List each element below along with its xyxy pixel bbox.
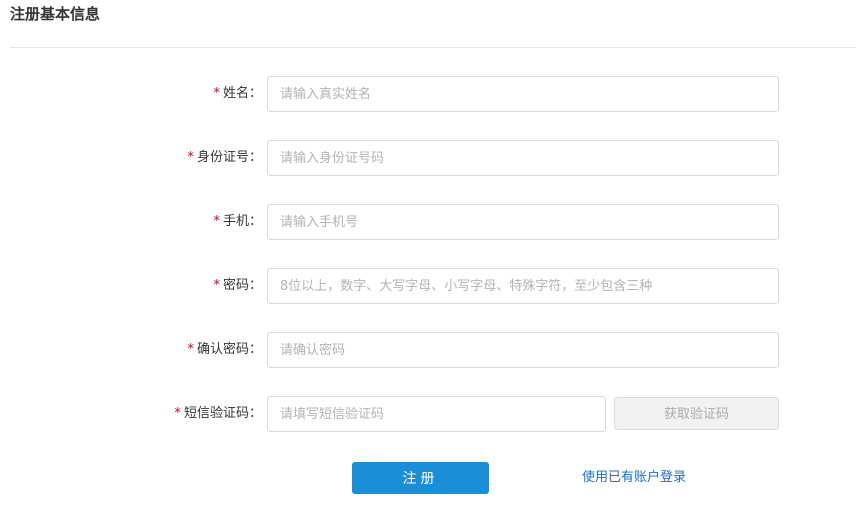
password-label-text: 密码： xyxy=(222,278,262,293)
form-row-sms-code: *短信验证码： 获取验证码 xyxy=(0,396,856,432)
login-existing-account-link[interactable]: 使用已有账户登录 xyxy=(582,462,686,494)
confirm-password-label-text: 确认密码： xyxy=(196,342,262,357)
name-label-text: 姓名： xyxy=(222,86,262,101)
required-mark: * xyxy=(213,214,220,229)
password-label: * 密码： xyxy=(213,268,262,304)
page-title: 注册基本信息 xyxy=(10,5,101,23)
phone-label-text: 手机： xyxy=(222,214,262,229)
required-mark: * xyxy=(187,150,194,165)
id-number-label-text: 身份证号： xyxy=(196,150,262,165)
sms-code-label: * 短信验证码： xyxy=(174,396,262,432)
id-number-label: * 身份证号： xyxy=(187,140,262,176)
sms-code-input[interactable] xyxy=(267,396,606,432)
phone-label: * 手机： xyxy=(213,204,262,240)
phone-input[interactable] xyxy=(267,204,779,240)
required-mark: * xyxy=(213,278,220,293)
required-mark: * xyxy=(174,406,181,421)
confirm-password-input[interactable] xyxy=(267,332,779,368)
form-row-name: * 姓名： xyxy=(0,76,856,112)
registration-page: 注册基本信息 *姓名： *身份证号： *手机： *密码： *确认密码： xyxy=(0,0,856,523)
required-mark: * xyxy=(187,342,194,357)
confirm-password-label: * 确认密码： xyxy=(187,332,262,368)
name-input[interactable] xyxy=(267,76,779,112)
form-row-password: * 密码： xyxy=(0,268,856,304)
form-row-confirm-password: * 确认密码： xyxy=(0,332,856,368)
required-mark: * xyxy=(213,86,220,101)
form-row-phone: * 手机： xyxy=(0,204,856,240)
sms-code-label-text: 短信验证码： xyxy=(183,406,262,421)
register-button[interactable]: 注册 xyxy=(352,462,489,494)
name-label: * 姓名： xyxy=(213,76,262,112)
password-input[interactable] xyxy=(267,268,779,304)
id-number-input[interactable] xyxy=(267,140,779,176)
get-code-button[interactable]: 获取验证码 xyxy=(614,397,779,430)
form-row-id-number: * 身份证号： xyxy=(0,140,856,176)
header-divider xyxy=(10,47,856,48)
